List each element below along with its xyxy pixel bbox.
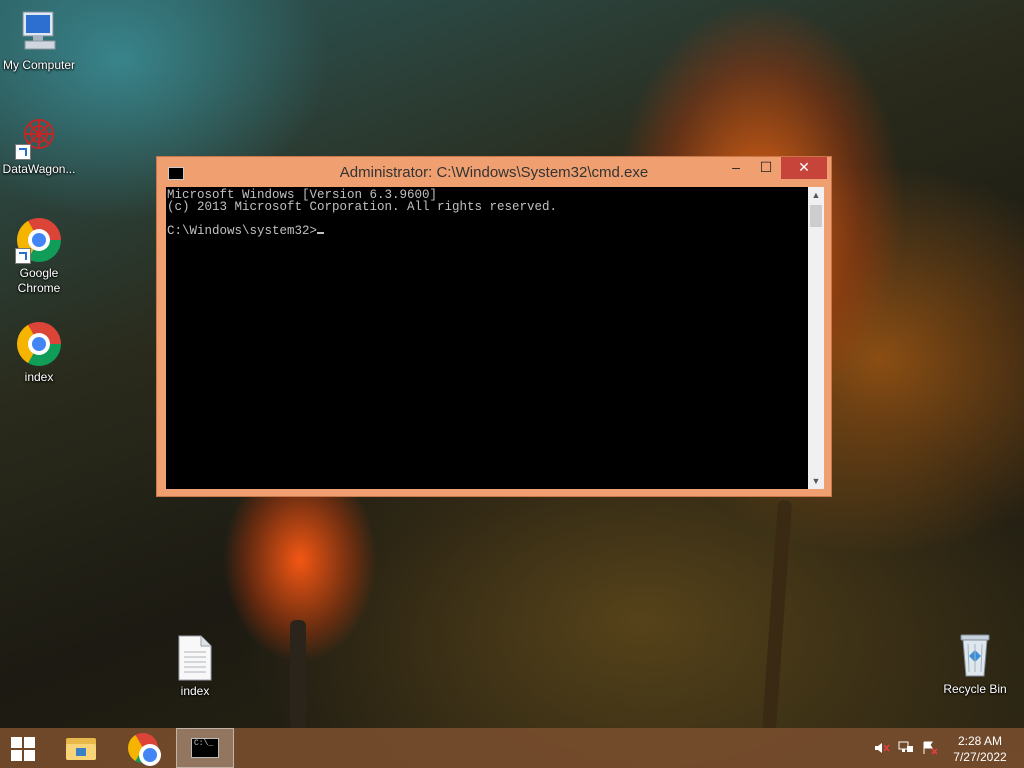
tray-clock[interactable]: 2:28 AM 7/27/2022	[945, 733, 1015, 765]
network-icon[interactable]	[898, 741, 914, 755]
clock-time: 2:28 AM	[957, 734, 1003, 748]
windows-logo-icon	[24, 737, 35, 748]
cmd-icon: C:\_	[191, 738, 219, 758]
maximize-button[interactable]: ☐	[752, 157, 780, 179]
datawagon-icon	[15, 112, 63, 160]
windows-logo-icon	[11, 737, 22, 748]
desktop-icon-label: DataWagon...	[2, 162, 76, 176]
windows-logo-icon	[11, 750, 22, 761]
window-titlebar[interactable]: Administrator: C:\Windows\System32\cmd.e…	[157, 157, 831, 187]
taskbar-cmd[interactable]: C:\_	[176, 728, 234, 768]
scroll-thumb[interactable]	[810, 205, 822, 227]
taskbar-file-explorer[interactable]	[52, 728, 110, 768]
desktop-icon-label: index	[24, 370, 54, 384]
chrome-icon	[15, 216, 63, 264]
windows-logo-icon	[24, 750, 35, 761]
cmd-window[interactable]: Administrator: C:\Windows\System32\cmd.e…	[156, 156, 832, 497]
scroll-up-icon[interactable]: ▲	[808, 187, 824, 203]
taskbar-chrome[interactable]	[114, 728, 172, 768]
wallpaper-stem	[761, 499, 793, 731]
chrome-icon	[15, 320, 63, 368]
shortcut-arrow-icon	[15, 144, 31, 160]
start-button[interactable]	[0, 728, 48, 768]
text-cursor	[317, 232, 325, 234]
desktop-icon-google-chrome[interactable]: Google Chrome	[0, 216, 78, 296]
console-output[interactable]: Microsoft Windows [Version 6.3.9600] (c)…	[166, 187, 808, 489]
desktop-icon-label: index	[180, 684, 210, 698]
action-center-flag-icon[interactable]	[922, 741, 938, 755]
console-line: (c) 2013 Microsoft Corporation. All righ…	[167, 200, 558, 214]
recycle-bin-icon	[951, 632, 999, 680]
scroll-down-icon[interactable]: ▼	[808, 473, 824, 489]
volume-muted-icon[interactable]	[874, 741, 890, 755]
close-button[interactable]: ✕	[781, 157, 827, 179]
taskbar: C:\_ 2:28 AM 7/27/2022	[0, 728, 1024, 768]
desktop-icon-index-file[interactable]: index	[156, 634, 234, 699]
desktop-icon-label: Recycle Bin	[943, 682, 1007, 696]
minimize-button[interactable]: –	[722, 157, 750, 179]
shortcut-arrow-icon	[15, 248, 31, 264]
folder-icon	[66, 734, 96, 760]
desktop-icon-datawagon[interactable]: DataWagon...	[0, 112, 78, 177]
chrome-icon	[128, 733, 161, 766]
wallpaper-stem	[290, 620, 306, 730]
desktop-icon-index-chrome[interactable]: index	[0, 320, 78, 385]
clock-date: 7/27/2022	[953, 750, 1007, 764]
desktop-icon-label: My Computer	[2, 58, 76, 72]
vertical-scrollbar[interactable]: ▲ ▼	[808, 187, 824, 489]
text-file-icon	[171, 634, 219, 682]
desktop-icon-my-computer[interactable]: My Computer	[0, 8, 78, 73]
console-prompt: C:\Windows\system32>	[167, 224, 318, 238]
computer-icon	[15, 8, 63, 56]
desktop-icon-label: Google Chrome	[17, 266, 61, 295]
desktop-icon-recycle-bin[interactable]: Recycle Bin	[936, 632, 1014, 697]
